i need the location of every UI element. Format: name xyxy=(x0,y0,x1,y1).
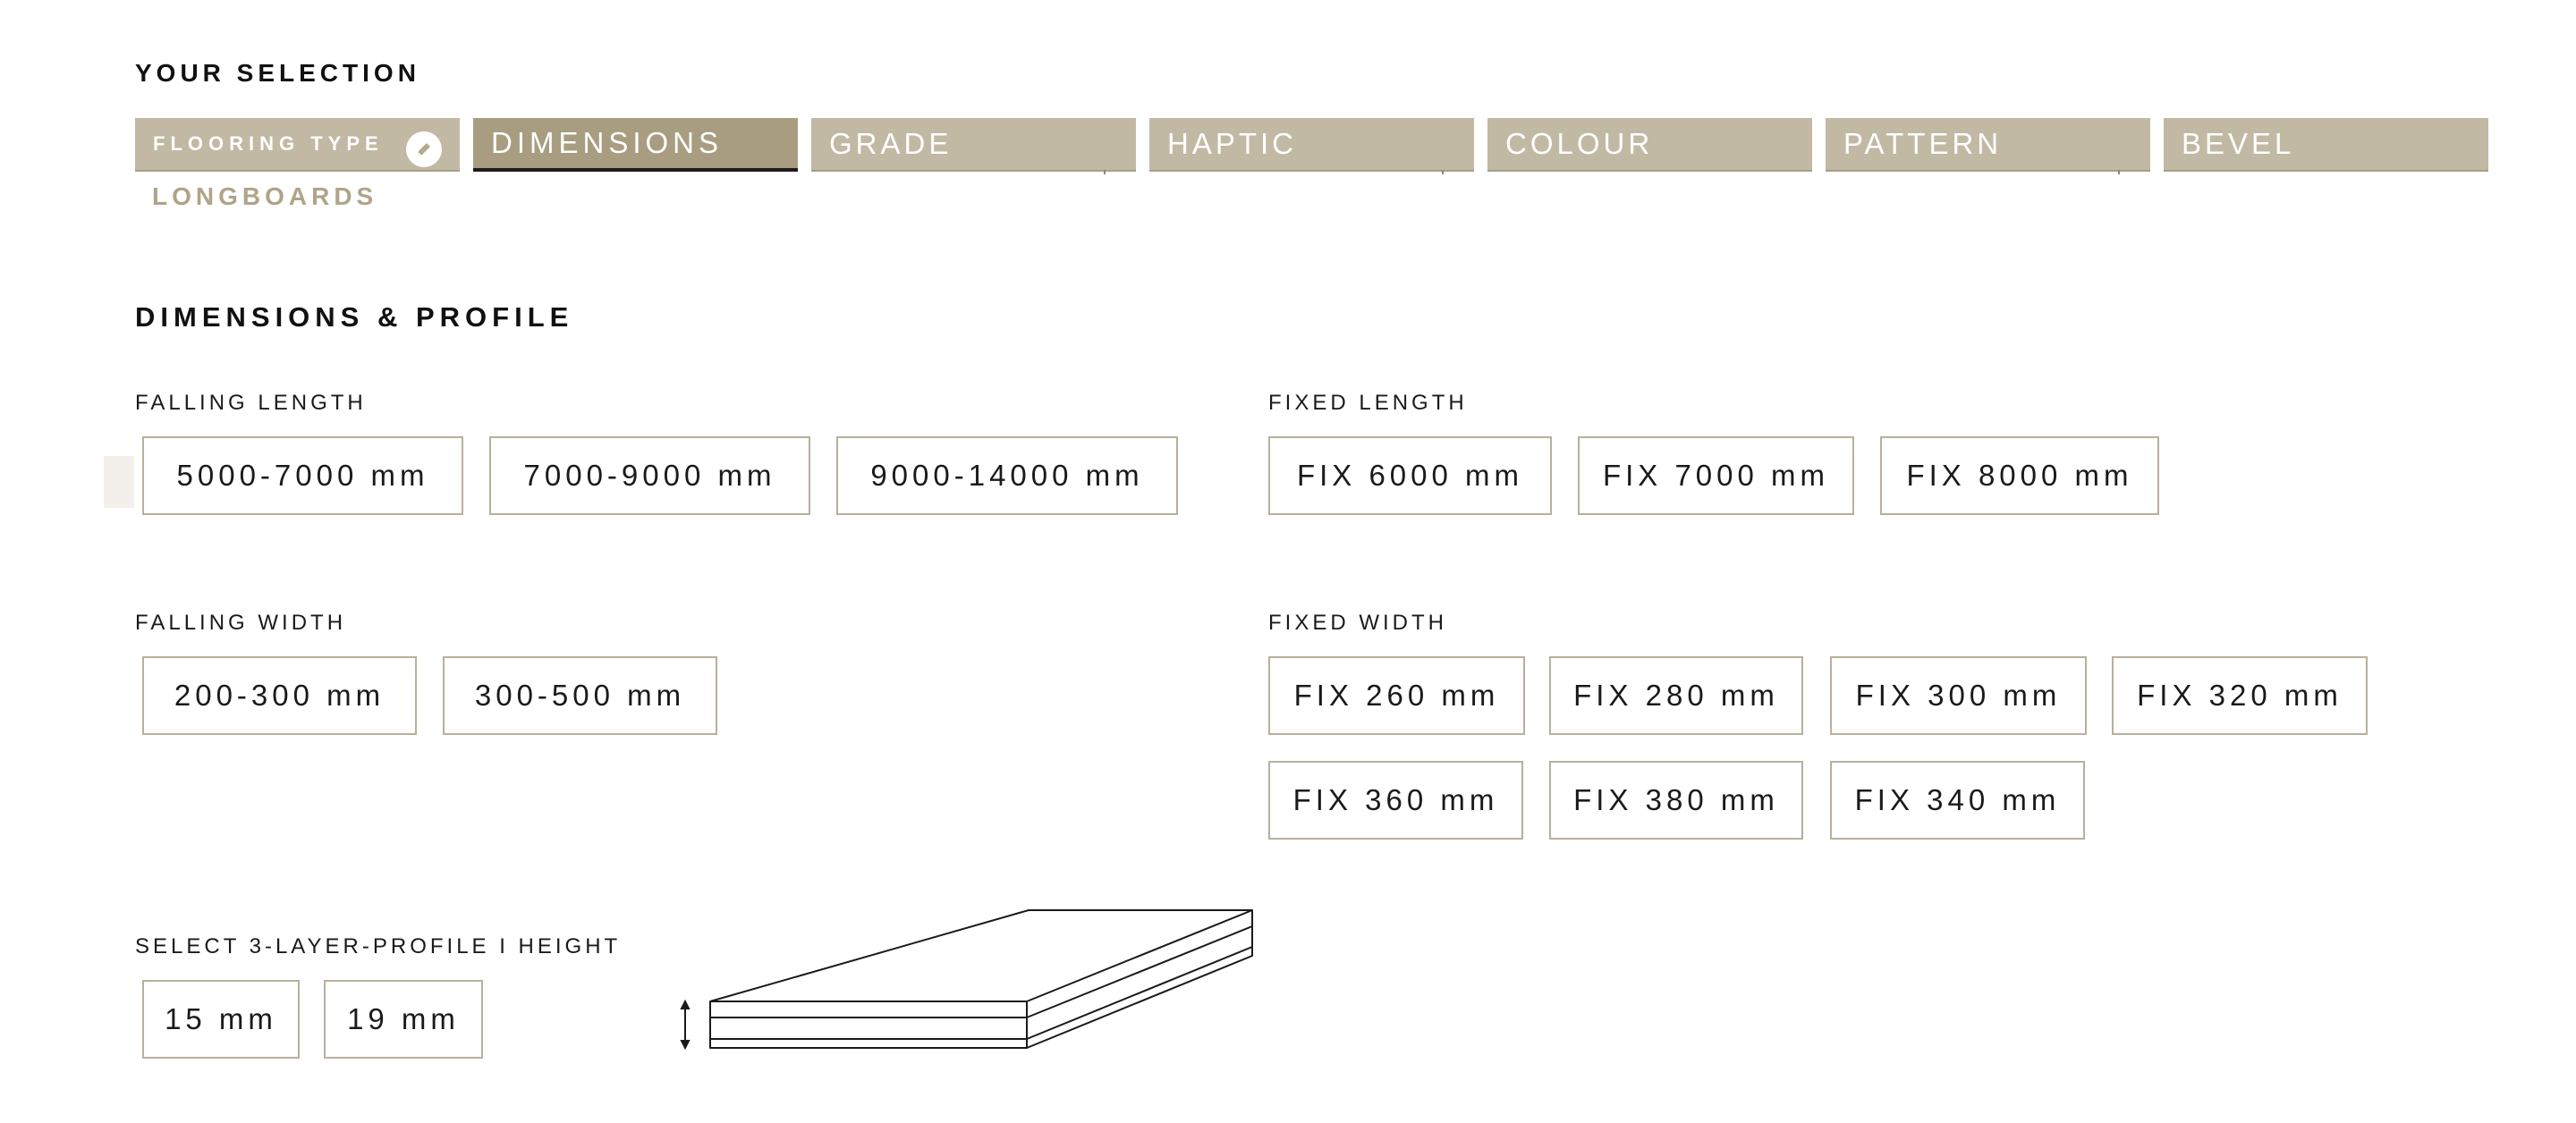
fixed-length-option[interactable]: FIX 6000 mm xyxy=(1268,436,1552,515)
scroll-indicator xyxy=(104,456,134,508)
tab-divider-mark xyxy=(2118,170,2120,174)
tab-bevel-label: BEVEL xyxy=(2182,127,2295,160)
tab-pattern-label: PATTERN xyxy=(1843,127,2003,160)
profile-height-option[interactable]: 15 mm xyxy=(142,980,300,1059)
fixed-width-option[interactable]: FIX 300 mm xyxy=(1830,656,2087,735)
tab-divider-mark xyxy=(1104,170,1106,174)
fixed-width-option[interactable]: FIX 360 mm xyxy=(1268,761,1523,840)
height-dimension-icon xyxy=(680,999,691,1051)
fixed-width-option[interactable]: FIX 280 mm xyxy=(1549,656,1803,735)
falling-width-option[interactable]: 200-300 mm xyxy=(142,656,417,735)
falling-width-label: FALLING WIDTH xyxy=(135,611,347,635)
fixed-width-label: FIXED WIDTH xyxy=(1268,611,1447,635)
fixed-width-option[interactable]: FIX 260 mm xyxy=(1268,656,1525,735)
profile-height-label: SELECT 3-LAYER-PROFILE I HEIGHT xyxy=(135,934,622,958)
falling-length-option[interactable]: 7000-9000 mm xyxy=(489,436,810,515)
fixed-width-option[interactable]: FIX 340 mm xyxy=(1830,761,2085,840)
tab-flooring-type[interactable]: FLOORING TYPE xyxy=(135,118,460,172)
tab-dimensions[interactable]: DIMENSIONS xyxy=(473,118,798,172)
tab-divider-mark xyxy=(1442,170,1444,174)
falling-length-label: FALLING LENGTH xyxy=(135,391,367,415)
fixed-width-option[interactable]: FIX 320 mm xyxy=(2112,656,2368,735)
fixed-length-option[interactable]: FIX 7000 mm xyxy=(1578,436,1854,515)
fixed-length-option[interactable]: FIX 8000 mm xyxy=(1880,436,2159,515)
fixed-length-label: FIXED LENGTH xyxy=(1268,391,1468,415)
tab-grade-label: GRADE xyxy=(829,127,953,160)
tab-haptic-label: HAPTIC xyxy=(1167,127,1298,160)
tab-flooring-type-label: FLOORING TYPE xyxy=(153,132,384,155)
fixed-width-option[interactable]: FIX 380 mm xyxy=(1549,761,1803,840)
selection-heading: YOUR SELECTION xyxy=(135,59,420,87)
falling-length-option[interactable]: 5000-7000 mm xyxy=(142,436,463,515)
falling-width-option[interactable]: 300-500 mm xyxy=(443,656,717,735)
three-layer-board-illustration xyxy=(680,909,1253,1051)
falling-length-option[interactable]: 9000-14000 mm xyxy=(836,436,1178,515)
edit-pencil-icon[interactable] xyxy=(406,131,442,167)
tab-haptic[interactable]: HAPTIC xyxy=(1149,118,1474,174)
section-title: DIMENSIONS & PROFILE xyxy=(135,301,574,333)
tab-colour-label: COLOUR xyxy=(1505,127,1654,160)
tab-grade[interactable]: GRADE xyxy=(811,118,1136,174)
tab-pattern[interactable]: PATTERN xyxy=(1826,118,2150,174)
tab-bevel[interactable]: BEVEL xyxy=(2164,118,2488,172)
profile-height-option[interactable]: 19 mm xyxy=(324,980,483,1059)
tab-dimensions-label: DIMENSIONS xyxy=(491,126,724,159)
selected-flooring-type: LONGBOARDS xyxy=(152,182,378,210)
tab-colour[interactable]: COLOUR xyxy=(1487,118,1812,172)
